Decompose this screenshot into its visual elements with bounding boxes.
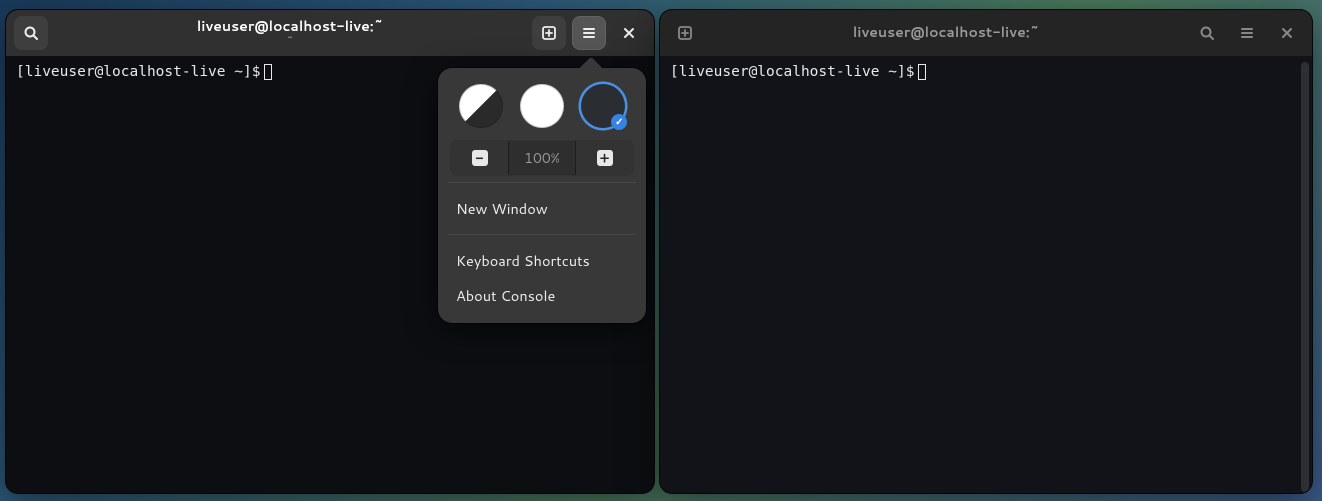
check-icon: ✓ bbox=[611, 114, 627, 130]
close-window-button[interactable] bbox=[612, 16, 646, 50]
search-button[interactable] bbox=[1190, 16, 1224, 50]
main-menu-popover: ✓ − 100% + New Window Keyboard Shortcuts… bbox=[438, 68, 646, 323]
window-title: liveuser@localhost-live:~ bbox=[853, 25, 1039, 40]
theme-dark-button[interactable]: ✓ bbox=[581, 84, 625, 128]
minus-icon: − bbox=[472, 150, 488, 166]
close-icon bbox=[1280, 26, 1294, 40]
hamburger-icon bbox=[1239, 25, 1255, 41]
zoom-in-button[interactable]: + bbox=[575, 141, 633, 175]
search-icon bbox=[23, 25, 39, 41]
menu-separator bbox=[448, 182, 636, 183]
theme-light-button[interactable] bbox=[520, 84, 564, 128]
menu-separator bbox=[448, 234, 636, 235]
new-tab-button[interactable] bbox=[668, 16, 702, 50]
plus-icon: + bbox=[597, 150, 613, 166]
headerbar: liveuser@localhost-live:~ bbox=[660, 10, 1312, 56]
zoom-controls: − 100% + bbox=[450, 140, 634, 176]
menu-item-keyboard-shortcuts[interactable]: Keyboard Shortcuts bbox=[446, 243, 638, 278]
zoom-out-button[interactable]: − bbox=[451, 141, 509, 175]
title-block: liveuser@localhost-live:~ ~ bbox=[54, 19, 526, 46]
scrollbar[interactable] bbox=[1301, 62, 1309, 492]
search-icon bbox=[1199, 25, 1215, 41]
menu-item-about[interactable]: About Console bbox=[446, 278, 638, 313]
zoom-level-label: 100% bbox=[509, 141, 575, 175]
new-tab-button[interactable] bbox=[532, 16, 566, 50]
search-button[interactable] bbox=[14, 16, 48, 50]
cursor bbox=[264, 64, 272, 80]
new-tab-icon bbox=[677, 25, 693, 41]
terminal-body[interactable]: [liveuser@localhost-live ~]$ bbox=[660, 56, 1312, 493]
new-tab-icon bbox=[541, 25, 557, 41]
close-icon bbox=[622, 26, 636, 40]
hamburger-icon bbox=[581, 25, 597, 41]
terminal-window-left: liveuser@localhost-live:~ ~ [liveuser@lo… bbox=[6, 10, 654, 493]
prompt-text: [liveuser@localhost-live ~]$ bbox=[670, 64, 914, 80]
close-window-button[interactable] bbox=[1270, 16, 1304, 50]
headerbar: liveuser@localhost-live:~ ~ bbox=[6, 10, 654, 56]
menu-item-new-window[interactable]: New Window bbox=[446, 191, 638, 226]
terminal-window-right: liveuser@localhost-live:~ [liveuser@loca… bbox=[660, 10, 1312, 493]
theme-selector-row: ✓ bbox=[446, 78, 638, 140]
window-subtitle: ~ bbox=[286, 35, 294, 47]
prompt-text: [liveuser@localhost-live ~]$ bbox=[16, 64, 260, 80]
prompt-line: [liveuser@localhost-live ~]$ bbox=[670, 64, 1302, 80]
hamburger-menu-button[interactable] bbox=[572, 16, 606, 50]
theme-system-button[interactable] bbox=[459, 84, 503, 128]
hamburger-menu-button[interactable] bbox=[1230, 16, 1264, 50]
title-block: liveuser@localhost-live:~ bbox=[708, 25, 1184, 40]
cursor bbox=[918, 64, 926, 80]
